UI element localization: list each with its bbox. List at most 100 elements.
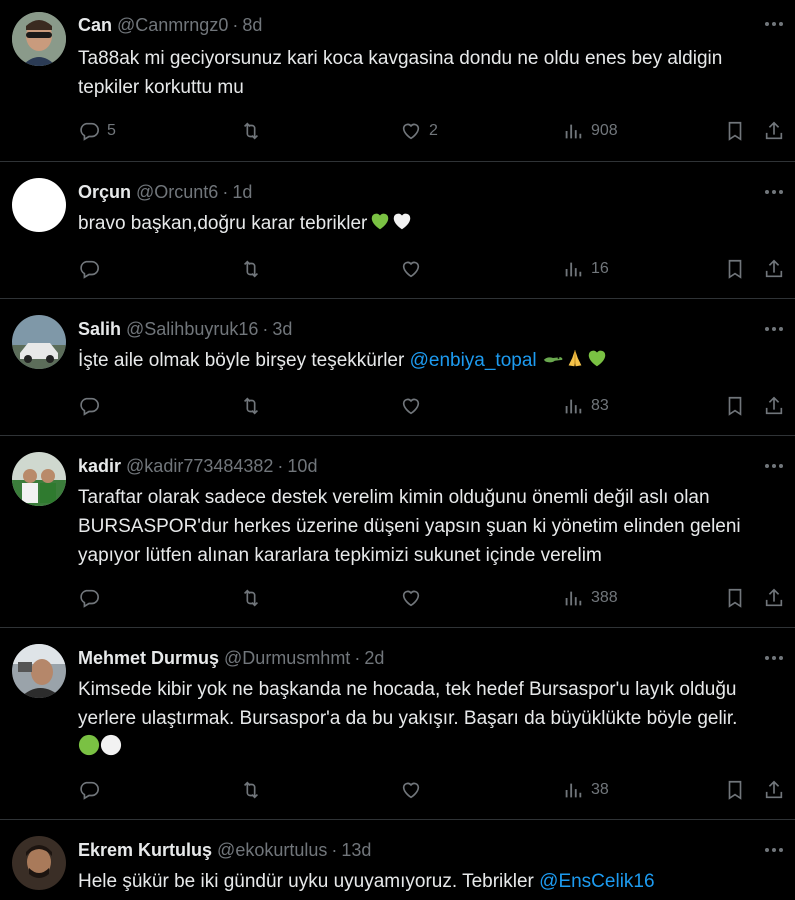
green-heart-icon bbox=[588, 350, 606, 367]
user-handle[interactable]: @kadir773484382 bbox=[126, 456, 273, 476]
user-handle[interactable]: @Durmusmhmt bbox=[224, 648, 350, 668]
tweet[interactable]: Ekrem Kurtuluş @ekokurtulus · 13d Hele şükü… bbox=[0, 820, 795, 900]
tweet-text: İşte aile olmak böyle birşey teşekkürler… bbox=[78, 346, 758, 375]
tweet-header: Ekrem Kurtuluş @ekokurtulus · 13d bbox=[78, 839, 735, 861]
display-name[interactable]: Mehmet Durmuş bbox=[78, 648, 219, 668]
reply-button[interactable]: 5 bbox=[78, 118, 116, 144]
action-bar: 388 bbox=[78, 585, 788, 611]
mention-link[interactable]: @enbiya_topal bbox=[410, 350, 537, 371]
action-bar: 38 bbox=[78, 777, 788, 803]
views-button[interactable]: 16 bbox=[562, 256, 609, 282]
user-handle[interactable]: @Canmrngz0 bbox=[117, 15, 228, 35]
display-name[interactable]: Salih bbox=[78, 319, 121, 339]
bookmark-button[interactable] bbox=[724, 118, 746, 144]
like-button[interactable] bbox=[400, 256, 422, 282]
reply-button[interactable] bbox=[78, 777, 100, 803]
views-button[interactable]: 83 bbox=[562, 393, 609, 419]
timestamp[interactable]: 3d bbox=[272, 319, 292, 339]
timestamp[interactable]: 13d bbox=[341, 840, 371, 860]
bookmark-button[interactable] bbox=[724, 585, 746, 611]
like-icon bbox=[402, 782, 420, 799]
retweet-button[interactable] bbox=[240, 585, 262, 611]
share-button[interactable] bbox=[763, 585, 785, 611]
share-icon bbox=[765, 396, 783, 415]
tweet[interactable]: Mehmet Durmuş @Durmusmhmt · 2d Kimsede kibi… bbox=[0, 628, 795, 820]
views-icon bbox=[565, 262, 582, 277]
timestamp[interactable]: 10d bbox=[287, 456, 317, 476]
retweet-button[interactable] bbox=[240, 393, 262, 419]
green-circle-icon bbox=[78, 734, 100, 756]
more-icon[interactable] bbox=[763, 458, 785, 474]
views-icon bbox=[565, 399, 582, 414]
display-name[interactable]: Orçun bbox=[78, 182, 131, 202]
user-handle[interactable]: @Orcunt6 bbox=[136, 182, 218, 202]
retweet-icon bbox=[243, 589, 259, 607]
tweet-text-body: bravo başkan,doğru karar tebrikler bbox=[78, 213, 368, 234]
mention-link[interactable]: @EnsCelik16 bbox=[539, 871, 654, 892]
reply-button[interactable] bbox=[78, 585, 100, 611]
avatar[interactable] bbox=[12, 836, 66, 890]
more-icon[interactable] bbox=[763, 16, 785, 32]
tweet-text: Taraftar olarak sadece destek verelim ki… bbox=[78, 483, 758, 570]
more-icon[interactable] bbox=[763, 842, 785, 858]
bookmark-button[interactable] bbox=[724, 393, 746, 419]
reply-icon bbox=[80, 781, 99, 800]
tweet-text: Kimsede kibir yok ne başkanda ne hocada,… bbox=[78, 675, 758, 762]
display-name[interactable]: Ekrem Kurtuluş bbox=[78, 840, 212, 860]
bookmark-button[interactable] bbox=[724, 256, 746, 282]
reply-button[interactable] bbox=[78, 256, 100, 282]
user-handle[interactable]: @ekokurtulus bbox=[217, 840, 327, 860]
tweet-text-body: Kimsede kibir yok ne başkanda ne hocada,… bbox=[78, 679, 738, 729]
timestamp[interactable]: 1d bbox=[232, 182, 252, 202]
views-icon bbox=[565, 783, 582, 798]
share-button[interactable] bbox=[763, 777, 785, 803]
share-icon bbox=[765, 259, 783, 278]
retweet-button[interactable] bbox=[240, 777, 262, 803]
retweet-button[interactable] bbox=[240, 118, 262, 144]
share-button[interactable] bbox=[763, 118, 785, 144]
tweet[interactable]: Orçun @Orcunt6 · 1d bravo başkan,doğru kara… bbox=[0, 162, 795, 299]
tweet-text-body: Ta88ak mi geciyorsunuz kari koca kavgasi… bbox=[78, 48, 723, 98]
tweet[interactable]: Can @Canmrngz0 · 8d Ta88ak mi geciyorsunuz … bbox=[0, 0, 795, 162]
more-icon[interactable] bbox=[763, 184, 785, 200]
separator: · bbox=[354, 648, 361, 668]
share-icon bbox=[765, 588, 783, 607]
display-name[interactable]: Can bbox=[78, 15, 112, 35]
avatar[interactable] bbox=[12, 178, 66, 232]
like-button[interactable] bbox=[400, 393, 422, 419]
user-handle[interactable]: @Salihbuyruk16 bbox=[126, 319, 258, 339]
like-button[interactable]: 2 bbox=[400, 118, 438, 144]
like-icon bbox=[402, 261, 420, 278]
like-count: 2 bbox=[429, 122, 438, 139]
more-icon[interactable] bbox=[763, 321, 785, 337]
avatar[interactable] bbox=[12, 644, 66, 698]
timestamp[interactable]: 8d bbox=[242, 15, 262, 35]
avatar[interactable] bbox=[12, 315, 66, 369]
avatar[interactable] bbox=[12, 12, 66, 66]
tweet[interactable]: kadir @kadir773484382 · 10d Taraftar olarak… bbox=[0, 436, 795, 628]
share-button[interactable] bbox=[763, 393, 785, 419]
views-button[interactable]: 908 bbox=[562, 118, 618, 144]
views-button[interactable]: 388 bbox=[562, 585, 618, 611]
reply-icon bbox=[80, 122, 99, 141]
crocodile-icon bbox=[543, 357, 563, 363]
timestamp[interactable]: 2d bbox=[364, 648, 384, 668]
retweet-button[interactable] bbox=[240, 256, 262, 282]
share-icon bbox=[765, 121, 783, 140]
bookmark-button[interactable] bbox=[724, 777, 746, 803]
tweet[interactable]: Salih @Salihbuyruk16 · 3d İşte aile olmak b… bbox=[0, 299, 795, 436]
share-icon bbox=[765, 780, 783, 799]
like-button[interactable] bbox=[400, 777, 422, 803]
action-bar: 83 bbox=[78, 393, 788, 419]
like-button[interactable] bbox=[400, 585, 422, 611]
display-name[interactable]: kadir bbox=[78, 456, 121, 476]
bookmark-icon bbox=[728, 396, 742, 416]
views-button[interactable]: 38 bbox=[562, 777, 609, 803]
retweet-icon bbox=[243, 260, 259, 278]
avatar[interactable] bbox=[12, 452, 66, 506]
view-count: 908 bbox=[591, 122, 618, 139]
share-button[interactable] bbox=[763, 256, 785, 282]
view-count: 388 bbox=[591, 589, 618, 606]
reply-button[interactable] bbox=[78, 393, 100, 419]
more-icon[interactable] bbox=[763, 650, 785, 666]
